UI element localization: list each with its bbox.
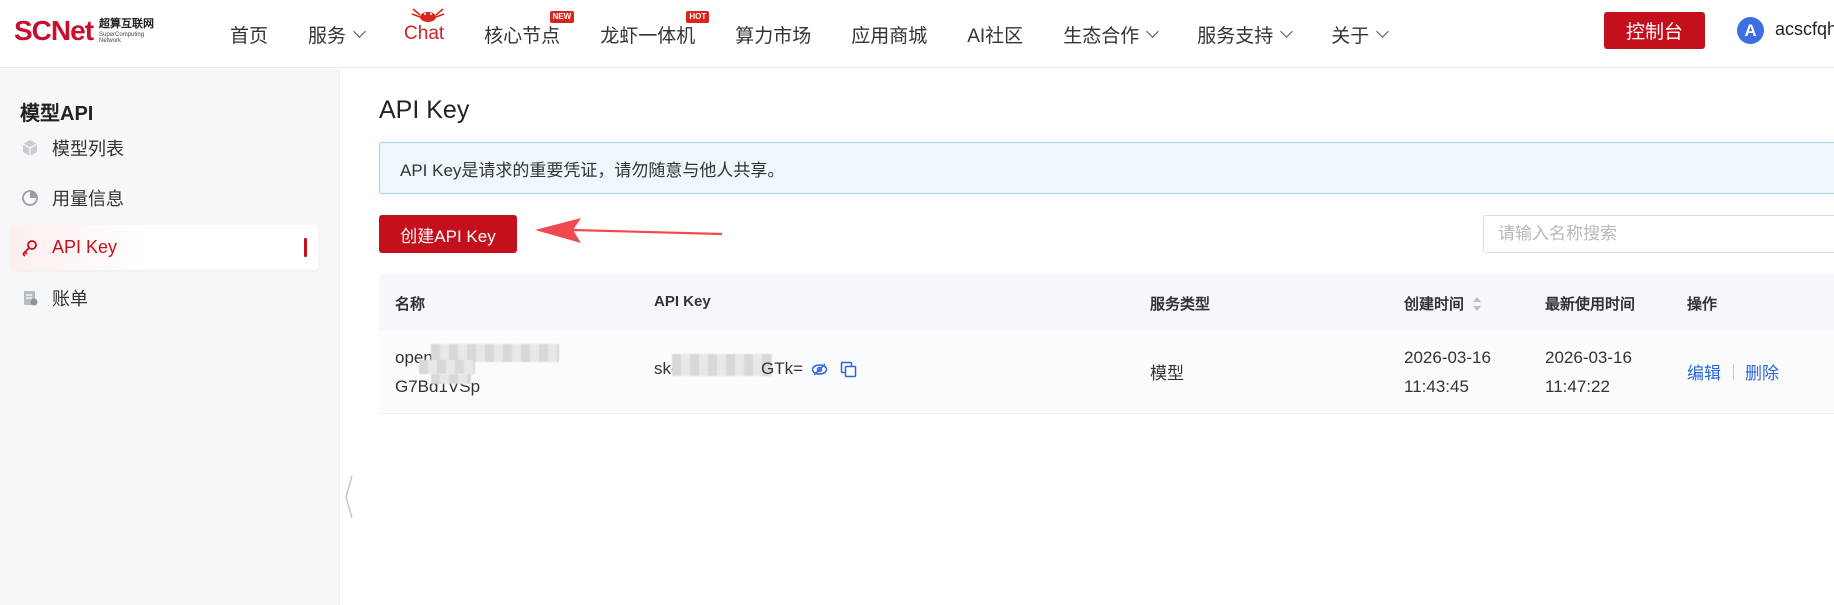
created-time-cell: 2026-03-16 11:43:45 — [1404, 343, 1491, 401]
nav-app-store-label: 应用商城 — [851, 25, 928, 47]
nav-core-nodes[interactable]: 核心节点 NEW — [484, 0, 575, 68]
hot-badge: HOT — [686, 11, 710, 23]
nav-chat[interactable]: Chat — [404, 0, 445, 68]
redaction-mask — [431, 374, 471, 384]
ops-divider — [1733, 364, 1734, 380]
cube-icon — [20, 138, 40, 158]
table-row: open G7Bd1VSp sk-A GTk= 模型 2026-03-16 11… — [379, 330, 1834, 414]
bill-icon — [20, 288, 40, 308]
sidebar-item-label: 用量信息 — [52, 188, 124, 209]
logo-cn-name: 超算互联网 — [99, 17, 155, 30]
nav-ecosystem[interactable]: 生态合作 — [1063, 0, 1160, 68]
logo-en-line2: Network — [99, 37, 122, 44]
nav-ecosystem-label: 生态合作 — [1063, 25, 1140, 47]
nav-compute-market[interactable]: 算力市场 — [735, 0, 811, 68]
sidebar-collapse-handle[interactable] — [344, 474, 354, 520]
col-created-label: 创建时间 — [1404, 296, 1465, 313]
create-api-key-button[interactable]: 创建API Key — [379, 215, 517, 253]
nav-support[interactable]: 服务支持 — [1197, 0, 1294, 68]
nav-home-label: 首页 — [230, 25, 269, 47]
logo-text-net: Net — [50, 15, 94, 46]
api-key-suffix: GTk= — [761, 359, 804, 378]
sidebar-item-usage[interactable]: 用量信息 — [10, 175, 319, 220]
chart-icon — [20, 188, 40, 208]
last-used-cell: 2026-03-16 11:47:22 — [1545, 343, 1632, 401]
nav-app-store[interactable]: 应用商城 — [851, 0, 927, 68]
nav-core-nodes-label: 核心节点 — [484, 25, 561, 47]
sidebar-title: 模型API — [20, 103, 94, 125]
sidebar-item-label: 账单 — [52, 288, 88, 309]
avatar[interactable]: A — [1737, 17, 1764, 44]
nav-ai-community[interactable]: AI社区 — [967, 0, 1023, 68]
sidebar: 模型API 模型列表 用量信息 API Key 账单 — [0, 69, 340, 605]
search-input[interactable] — [1483, 215, 1834, 253]
last-used-date: 2026-03-16 — [1545, 348, 1632, 367]
logo-text-sc: SC — [14, 15, 52, 46]
col-ops-header: 操作 — [1687, 296, 1718, 313]
chevron-down-icon — [353, 25, 366, 38]
security-notice: API Key是请求的重要凭证，请勿随意与他人共享。 — [379, 142, 1834, 194]
edit-link[interactable]: 编辑 — [1687, 359, 1721, 384]
col-type-header: 服务类型 — [1150, 296, 1211, 313]
sidebar-item-label: API Key — [52, 237, 118, 257]
last-used-time: 11:47:22 — [1545, 377, 1610, 396]
page-title: API Key — [379, 96, 470, 124]
chevron-down-icon — [1376, 25, 1390, 38]
chevron-down-icon — [1280, 25, 1294, 38]
nav-ai-community-label: AI社区 — [967, 25, 1024, 47]
notice-text: API Key是请求的重要凭证，请勿随意与他人共享。 — [400, 160, 785, 180]
sort-icon[interactable] — [1472, 296, 1482, 312]
service-type-cell: 模型 — [1150, 364, 1184, 383]
nav-chat-label: Chat — [404, 23, 445, 44]
table-header: 名称 API Key 服务类型 创建时间 最新使用时间 操作 — [379, 274, 1834, 330]
nav-lobster-machine[interactable]: 龙虾一体机 HOT — [600, 0, 710, 68]
nav-services-label: 服务 — [308, 25, 347, 47]
sidebar-item-model-list[interactable]: 模型列表 — [10, 125, 319, 170]
top-navbar: SCNet 超算互联网 SuperComputing Network 首页 服务… — [0, 0, 1834, 68]
eye-hide-icon[interactable] — [811, 361, 828, 378]
sidebar-item-bill[interactable]: 账单 — [10, 275, 319, 320]
copy-icon[interactable] — [840, 361, 857, 378]
lobster-mascot-icon — [411, 8, 445, 22]
nav-support-label: 服务支持 — [1197, 25, 1274, 47]
nav-services[interactable]: 服务 — [308, 0, 366, 68]
username[interactable]: acscfqh — [1775, 19, 1834, 40]
col-key-header: API Key — [654, 293, 711, 310]
nav-home[interactable]: 首页 — [230, 0, 268, 68]
created-date: 2026-03-16 — [1404, 348, 1491, 367]
col-created-header[interactable]: 创建时间 — [1404, 293, 1482, 314]
sidebar-item-label: 模型列表 — [52, 138, 124, 159]
scnet-logo[interactable]: SCNet 超算互联网 SuperComputing Network — [14, 14, 154, 48]
col-name-header: 名称 — [395, 296, 426, 313]
sidebar-item-api-key[interactable]: API Key — [10, 225, 319, 270]
new-badge: NEW — [549, 11, 575, 23]
nav-about[interactable]: 关于 — [1331, 0, 1390, 68]
col-last-used-header: 最新使用时间 — [1545, 296, 1636, 313]
redaction-mask — [672, 354, 772, 376]
api-key-table: 名称 API Key 服务类型 创建时间 最新使用时间 操作 open G7Bd… — [379, 274, 1834, 414]
console-button[interactable]: 控制台 — [1604, 12, 1705, 49]
chevron-down-icon — [1146, 25, 1160, 38]
nav-lobster-machine-label: 龙虾一体机 — [600, 25, 696, 47]
nav-compute-market-label: 算力市场 — [735, 25, 812, 47]
redaction-mask — [419, 360, 475, 374]
key-icon — [20, 238, 40, 258]
active-indicator — [304, 238, 307, 257]
delete-link[interactable]: 删除 — [1745, 359, 1779, 384]
annotation-arrow-icon — [535, 218, 723, 243]
created-time: 11:43:45 — [1404, 377, 1469, 396]
nav-about-label: 关于 — [1331, 25, 1370, 47]
main-nav: 首页 服务 Chat 核心节点 NEW 龙虾一体机 HOT 算力市场 应用商城 AI… — [230, 0, 1427, 68]
